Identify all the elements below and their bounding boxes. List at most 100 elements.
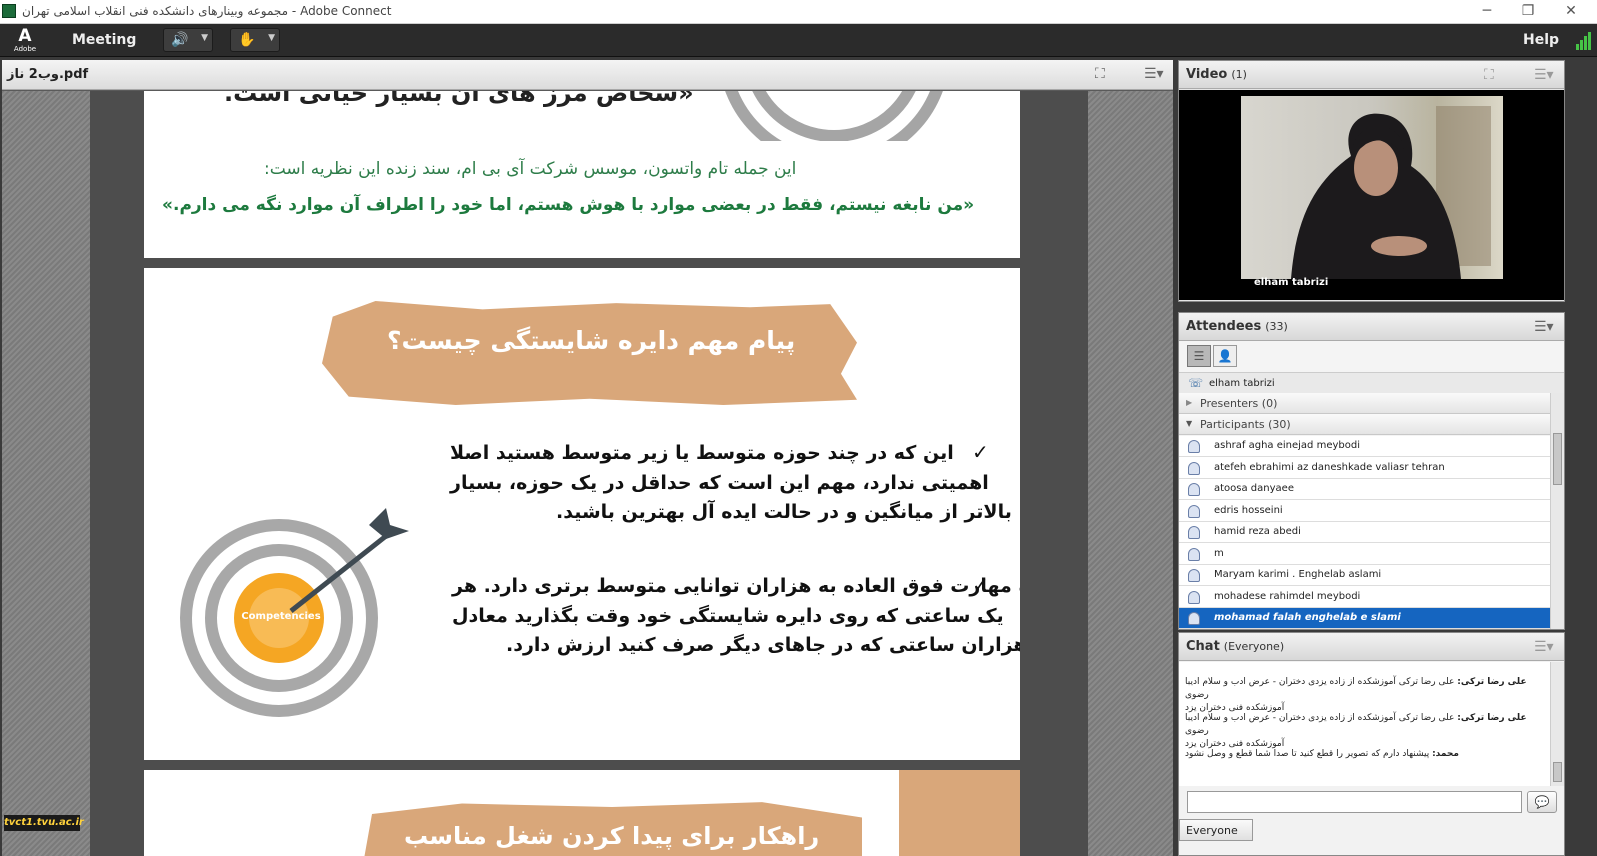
chat-message-input[interactable] [1187,791,1522,813]
attendee-row[interactable]: atefeh ebrahimi az daneshkade valiasr te… [1179,457,1550,479]
adobe-logo: A Adobe [13,27,37,54]
bullet-1-line-2: اهمیتی ندارد، مهم این است که حداقل در یک… [450,472,989,494]
attendee-row[interactable]: hamid reza abedi [1179,522,1550,543]
attendees-count: (33) [1265,320,1288,333]
send-message-button[interactable]: 💬 [1527,791,1557,813]
attendee-row[interactable]: m [1179,543,1550,565]
raise-hand-button[interactable]: ✋ ▼ [230,28,280,52]
meeting-menu[interactable]: Meeting [72,32,136,48]
fullscreen-icon[interactable]: ⛶ [1484,67,1494,83]
document-pages: «سخاص مرز های آن بسیار حیاتی است. این جم… [90,91,1088,856]
adobe-logo-text: Adobe [13,45,37,53]
document-filename: وب2 ناز.pdf [7,67,89,82]
video-participant-name: elham tabrizi [1254,277,1329,288]
attendee-name: m [1214,547,1224,559]
chat-pod-header: Chat (Everyone) ☰▾ [1179,633,1564,661]
bullet-1-line-3: بالاتر از میانگین و در حالت ایده آل بهتر… [556,501,1012,523]
speaker-toggle-button[interactable]: 🔊 ▼ [163,28,213,52]
target-label: Competencies [241,611,321,622]
slide-3: راهکار برای پیدا کردن شغل مناسب [144,770,1020,856]
video-count: (1) [1231,68,1247,81]
slide-text: این جمله تام واتسون، موسس شرکت آی بی ام،… [264,159,797,179]
attendees-pod-title: Attendees (33) [1186,319,1288,334]
participant-icon [1188,569,1200,582]
chat-text: علی رضا ترکی آموزشکده از زاده یزدی دخترا… [1185,713,1455,736]
participant-icon [1188,612,1200,625]
attendees-scrollbar[interactable] [1550,393,1564,629]
scrollbar-thumb[interactable] [1553,762,1562,782]
chat-recipient-tab[interactable]: Everyone [1179,819,1253,841]
attendee-row[interactable]: ashraf agha einejad meybodi [1179,436,1550,457]
speaker-icon: 🔊 [171,32,189,48]
check-icon: ✓ [972,440,989,464]
scrollbar-thumb[interactable] [1553,433,1562,485]
window-titlebar: مجموعه وبینارهای دانشکده فنی انقلاب اسلا… [0,0,1597,24]
attendees-title: Attendees [1186,319,1262,334]
minimize-button[interactable]: ─ [1472,1,1502,21]
close-button[interactable]: ✕ [1556,1,1586,21]
restore-button[interactable]: ❐ [1513,1,1543,21]
chat-sender: علی رضا ترکی: [1457,677,1527,687]
chat-message: محمد: پیشنهاد دارم که تصویر را قطع کنید … [1185,748,1553,761]
fullscreen-icon[interactable]: ⛶ [1095,66,1105,82]
raise-hand-icon: ✋ [238,32,256,48]
attendee-name: ashraf agha einejad meybodi [1214,440,1360,451]
bullet-1-line-1: این که در چند حوزه متوسط یا زیر متوسط هس… [450,442,954,464]
video-title: Video [1186,67,1228,82]
participant-icon [1188,483,1200,496]
attendee-name: hamid reza abedi [1214,526,1301,537]
attendees-pod: Attendees (33) ☰▾ ☰ 👤 ☏ elham tabrizi ▶ P… [1178,312,1565,630]
attendee-row[interactable]: Maryam karimi . Enghelab aslami [1179,565,1550,586]
presenters-group[interactable]: ▶ Presenters (0) [1179,393,1550,414]
chat-sender: علی رضا ترکی: [1457,713,1527,723]
pod-options-icon[interactable]: ☰▾ [1144,66,1164,82]
presenters-label: Presenters (0) [1200,397,1278,410]
attendee-row[interactable]: edris hosseini [1179,500,1550,522]
chat-title: Chat [1186,639,1220,654]
video-feed[interactable]: elham tabrizi [1179,90,1564,300]
host-row[interactable]: ☏ elham tabrizi [1179,372,1564,394]
chevron-down-icon: ▼ [1186,419,1193,428]
participant-icon [1188,590,1200,604]
adobe-logo-mark: A [18,26,32,46]
site-watermark: tvct1.tvu.ac.ir [4,815,84,831]
window-title: مجموعه وبینارهای دانشکده فنی انقلاب اسلا… [22,4,392,18]
document-viewer[interactable]: «سخاص مرز های آن بسیار حیاتی است. این جم… [2,91,1173,856]
slide-quote: «من نابغه نیستم، فقط در بعضی موارد با هو… [162,195,975,215]
chat-message: علی رضا ترکی: علی رضا ترکی آموزشکده از ز… [1185,676,1553,715]
chat-sender: محمد: [1432,749,1459,759]
webcam-image [1241,96,1503,279]
pod-options-icon[interactable]: ☰▾ [1534,67,1554,83]
participant-icon [1188,504,1200,518]
attendee-name: Maryam karimi . Enghelab aslami [1214,569,1382,580]
participants-group[interactable]: ▼ Participants (30) [1179,414,1550,435]
attendee-name: mohamad falah enghelab e slami [1214,612,1401,623]
slide-heading: «سخاص مرز های آن بسیار حیاتی است. [224,91,694,107]
chat-text: علی رضا ترکی آموزشکده از زاده یزدی دخترا… [1185,677,1455,700]
status-view-icon[interactable]: 👤 [1213,345,1237,367]
pod-options-icon[interactable]: ☰▾ [1534,319,1554,335]
attendee-row[interactable]: mohamad falah enghelab e slami [1179,608,1550,629]
attendee-name: atefeh ebrahimi az daneshkade valiasr te… [1214,461,1445,473]
attendee-row[interactable]: atoosa danyaee [1179,479,1550,500]
chevron-down-icon[interactable]: ▼ [268,33,275,43]
participant-icon [1188,440,1200,453]
slide-3-decoration [899,770,1020,856]
chat-message: علی رضا ترکی: علی رضا ترکی آموزشکده از ز… [1185,712,1553,751]
bullet-2-line-2: یک ساعتی که روی دایره شایستگی خود وقت بگ… [452,605,1004,627]
share-pod-header: وب2 ناز.pdf ⛶ ☰▾ [2,60,1173,90]
chat-scope: (Everyone) [1223,640,1285,653]
chat-scrollbar[interactable] [1550,662,1564,786]
chevron-down-icon[interactable]: ▼ [201,33,208,43]
attendee-row[interactable]: mohadese rahimdel meybodi [1179,586,1550,608]
chevron-right-icon: ▶ [1186,398,1193,407]
menu-bar: A Adobe Meeting 🔊 ▼ ✋ ▼ Help [0,24,1597,57]
bullet-2-line-3: هزاران ساعتی که در جاهای دیگر صرف کنید ا… [506,634,1020,656]
chat-pod: Chat (Everyone) ☰▾ علی رضا ترکی: علی رضا … [1178,632,1565,856]
share-pod: وب2 ناز.pdf ⛶ ☰▾ «سخاص مرز های آن بسیار … [2,60,1173,856]
presenter-silhouette [1291,106,1491,279]
help-menu[interactable]: Help [1523,32,1559,48]
list-view-icon[interactable]: ☰ [1187,345,1211,367]
host-phone-icon: ☏ [1188,376,1204,390]
pod-options-icon[interactable]: ☰▾ [1534,639,1554,655]
